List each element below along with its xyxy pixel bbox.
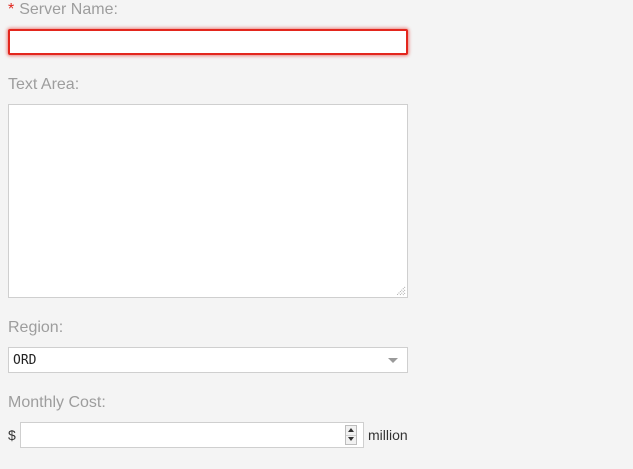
server-name-label: * Server Name: xyxy=(8,0,118,20)
region-label: Region: xyxy=(8,319,64,336)
monthly-cost-input[interactable] xyxy=(20,422,364,448)
chevron-down-icon xyxy=(388,358,398,363)
resize-grip-icon[interactable] xyxy=(396,286,406,296)
number-spinner xyxy=(345,425,357,445)
text-area-field[interactable] xyxy=(8,104,408,298)
required-marker: * xyxy=(8,1,15,18)
currency-prefix: $ xyxy=(8,427,16,443)
server-name-input[interactable] xyxy=(8,29,408,55)
region-select[interactable]: ORD xyxy=(8,347,408,373)
spin-down-icon[interactable] xyxy=(346,435,356,444)
cost-unit-suffix: million xyxy=(368,427,408,443)
monthly-cost-label: Monthly Cost: xyxy=(8,394,106,411)
server-name-label-text: Server Name: xyxy=(19,1,118,18)
text-area-label: Text Area: xyxy=(8,76,80,93)
region-selected-value: ORD xyxy=(13,353,37,368)
